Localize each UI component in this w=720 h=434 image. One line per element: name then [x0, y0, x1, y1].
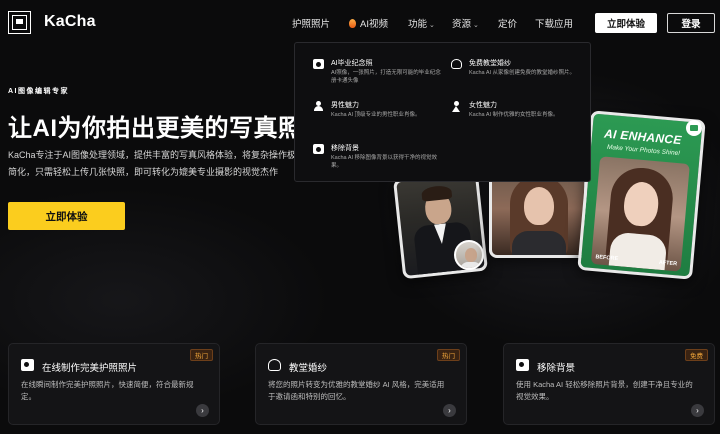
chevron-down-icon: ⌄ [473, 22, 479, 29]
nav-features[interactable]: 功能 ⌄ [408, 16, 435, 30]
dropdown-item-desc: AI照像，一张照片，打造无限可能的毕业纪念册卡通头像 [331, 70, 441, 84]
nav-passport-photo[interactable]: 护照照片 [292, 16, 330, 30]
feature-card-remove-background[interactable]: 移除背景 免费 使用 Kacha AI 轻松移除照片背景，创建干净且专业的视觉效… [503, 343, 715, 425]
nav-resources[interactable]: 资源 ⌄ [452, 16, 479, 30]
dropdown-item-title: 免费教堂婚纱 [469, 60, 511, 67]
arrow-right-icon[interactable]: › [443, 404, 456, 417]
dropdown-item-title: 男性魅力 [331, 102, 359, 109]
dropdown-item-desc: Kacha AI 制作优雅的女性职业肖像。 [469, 112, 559, 118]
chevron-down-icon: ⌄ [429, 22, 435, 29]
hero-eyebrow: AI图像编辑专家 [8, 88, 69, 95]
ai-enhance-card: AI ENHANCE Make Your Photos Shine! BEFOR… [577, 110, 706, 280]
nav-download-app[interactable]: 下载应用 [535, 16, 573, 30]
feature-card-passport[interactable]: 在线制作完美护照照片 热门 在线瞬间制作完美护照照片，快速简便，符合最新规定。 … [8, 343, 220, 425]
kacha-logo-icon[interactable] [8, 11, 31, 34]
feature-card-title: 教堂婚纱 [289, 363, 328, 374]
man-icon [313, 101, 324, 111]
nav-ai-video-label: AI视频 [360, 19, 388, 30]
top-navbar: KaCha 护照照片 AI视频 功能 ⌄ 资源 ⌄ 定价 下载应用 立即体验 登录 [0, 0, 720, 46]
before-thumbnail-avatar [454, 240, 484, 270]
hero-try-now-button[interactable]: 立即体验 [8, 202, 125, 230]
dropdown-item-desc: Kacha AI 从家像创建免费的教堂婚纱照片。 [469, 70, 576, 76]
dropdown-item-title: 女性魅力 [469, 102, 497, 109]
dropdown-item-desc: Kacha AI 顶级专业的男性职业肖像。 [331, 112, 421, 118]
nav-features-label: 功能 [408, 19, 428, 30]
before-label: BEFORE [595, 254, 619, 263]
nav-pricing[interactable]: 定价 [498, 16, 517, 30]
dress-icon [451, 59, 462, 69]
feature-card-desc: 将您的照片转变为优雅的教堂婚纱 AI 风格，完美适用于邀请函和特别的回忆。 [268, 380, 445, 401]
feature-card-desc: 使用 Kacha AI 轻松移除照片背景，创建干净且专业的视觉效果。 [516, 380, 693, 401]
hero-description: KaCha专注于AI图像处理领域，提供丰富的写真风格体验，将复杂操作极致简化，只… [8, 150, 306, 177]
hot-badge: 热门 [437, 349, 460, 361]
camera-icon [313, 144, 324, 154]
woman-icon [451, 101, 462, 112]
hot-badge: 热门 [190, 349, 213, 361]
free-badge: 免费 [685, 349, 708, 361]
camera-badge-icon [686, 120, 702, 136]
camera-icon [313, 59, 324, 69]
nav-resources-label: 资源 [452, 19, 472, 30]
feature-card-title: 在线制作完美护照照片 [42, 363, 138, 374]
arrow-right-icon[interactable]: › [196, 404, 209, 417]
brand-name[interactable]: KaCha [44, 13, 96, 31]
camera-icon [21, 359, 34, 371]
try-now-button[interactable]: 立即体验 [595, 13, 657, 33]
dropdown-item-title: AI毕业纪念照 [331, 60, 373, 67]
login-button[interactable]: 登录 [667, 13, 715, 33]
fire-icon [349, 19, 356, 28]
feature-card-desc: 在线瞬间制作完美护照照片，快速简便，符合最新规定。 [21, 380, 194, 401]
ai-enhance-photo: BEFORE AFTER [590, 156, 690, 272]
dress-icon [268, 359, 281, 371]
dropdown-item-title: 移除背景 [331, 145, 359, 152]
nav-ai-video[interactable]: AI视频 [349, 16, 388, 30]
hero-title: 让AI为你拍出更美的写真照 [8, 115, 303, 142]
features-dropdown-menu: AI毕业纪念照 AI照像，一张照片，打造无限可能的毕业纪念册卡通头像 免费教堂婚… [294, 42, 591, 182]
arrow-right-icon[interactable]: › [691, 404, 704, 417]
dropdown-item-desc: Kacha AI 移除图像背景以获得干净的视觉效果。 [331, 155, 438, 169]
camera-icon [516, 359, 529, 371]
feature-card-title: 移除背景 [537, 363, 576, 374]
feature-card-church-wedding[interactable]: 教堂婚纱 热门 将您的照片转变为优雅的教堂婚纱 AI 风格，完美适用于邀请函和特… [255, 343, 467, 425]
